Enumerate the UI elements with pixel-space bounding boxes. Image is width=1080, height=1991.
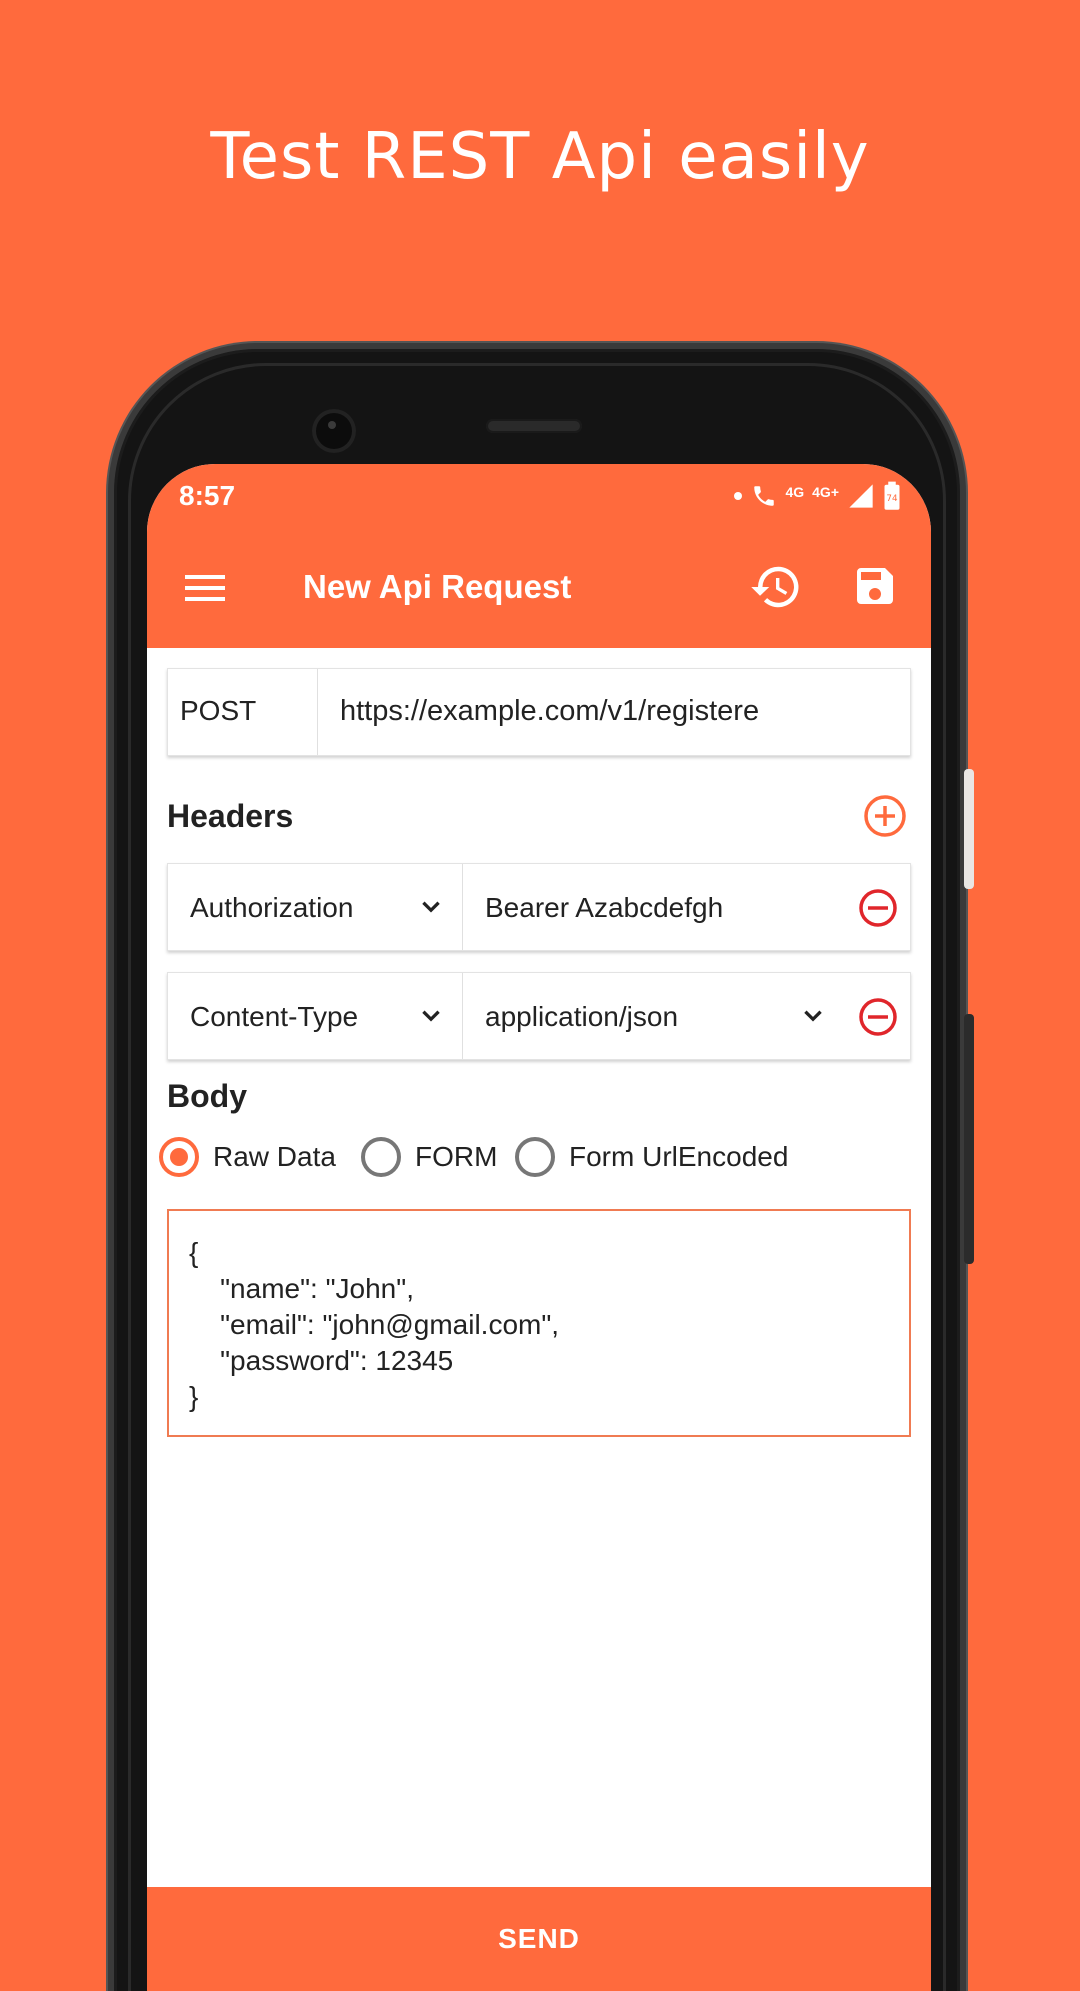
network-label-1: 4G	[785, 484, 805, 500]
header-row: Content-Type application/json	[167, 972, 911, 1060]
headers-title: Headers	[167, 798, 294, 834]
call-icon	[754, 486, 775, 506]
request-url-row: POST https://example.com/v1/registere	[167, 668, 911, 756]
radio-form[interactable]: FORM	[361, 1132, 497, 1182]
body-title: Body	[167, 1078, 247, 1114]
radio-label: Form UrlEncoded	[569, 1141, 789, 1172]
phone-side-button-bottom	[964, 1014, 974, 1264]
app-bar: New Api Request	[147, 528, 931, 648]
chevron-down-icon	[422, 901, 440, 913]
status-icons: 4G 4G+ 74	[733, 480, 901, 512]
status-time: 8:57	[179, 480, 236, 511]
header-value-select[interactable]: application/json	[485, 1001, 678, 1033]
header-key: Authorization	[190, 892, 354, 923]
header-value-input[interactable]: Bearer Azabcdefgh	[485, 892, 723, 924]
battery-icon: 74	[884, 481, 900, 510]
status-bar: 8:57 4G 4G+ 74	[147, 464, 931, 528]
send-button[interactable]: SEND	[147, 1887, 931, 1991]
radio-raw-data[interactable]: Raw Data	[159, 1132, 336, 1182]
radio-label: Raw Data	[213, 1141, 336, 1172]
phone-side-button-top	[964, 769, 974, 889]
menu-icon[interactable]	[185, 568, 225, 608]
promo-page: Test REST Api easily 8:57 4G 4G+ 74 New …	[0, 0, 1080, 1991]
earpiece-speaker	[486, 419, 582, 433]
method-select[interactable]: POST	[168, 669, 318, 755]
radio-checked-icon	[159, 1137, 199, 1177]
save-icon[interactable]	[851, 562, 899, 610]
url-input[interactable]: https://example.com/v1/registere	[340, 695, 759, 728]
history-icon[interactable]	[749, 560, 803, 614]
phone-screen: 8:57 4G 4G+ 74 New Api Request POST http…	[147, 464, 931, 1991]
remove-header-button[interactable]	[858, 888, 898, 928]
front-camera	[312, 409, 356, 453]
radio-form-urlencoded[interactable]: Form UrlEncoded	[515, 1132, 788, 1182]
radio-unchecked-icon	[515, 1137, 555, 1177]
chevron-down-icon[interactable]	[800, 1003, 826, 1029]
signal-icon	[849, 484, 873, 508]
header-key-select[interactable]: Content-Type	[168, 973, 463, 1059]
notification-dot-icon	[734, 492, 743, 500]
body-type-radio-group: Raw Data FORM Form UrlEncoded	[159, 1132, 919, 1182]
header-row: Authorization Bearer Azabcdefgh	[167, 863, 911, 951]
radio-unchecked-icon	[361, 1137, 401, 1177]
header-key-select[interactable]: Authorization	[168, 864, 463, 950]
body-editor[interactable]: { "name": "John", "email": "john@gmail.c…	[167, 1209, 911, 1437]
remove-header-button[interactable]	[858, 997, 898, 1037]
chevron-down-icon	[422, 1010, 440, 1022]
radio-label: FORM	[415, 1141, 498, 1172]
promo-title: Test REST Api easily	[210, 120, 870, 194]
add-header-button[interactable]	[863, 794, 907, 838]
network-label-2: 4G+	[812, 484, 839, 500]
app-bar-title: New Api Request	[303, 568, 572, 605]
header-key: Content-Type	[190, 1001, 359, 1032]
battery-level: 74	[886, 494, 898, 504]
